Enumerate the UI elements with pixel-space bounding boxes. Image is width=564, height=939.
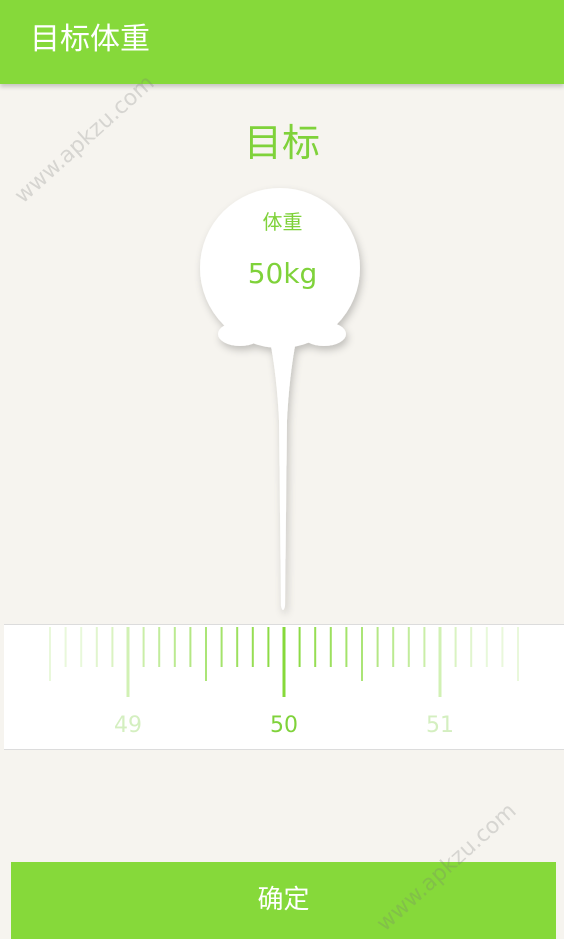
- pin-graphic: [200, 188, 360, 610]
- app-title: 目标体重: [30, 22, 150, 57]
- pin-value: 50kg: [247, 257, 318, 290]
- ruler-label: 49: [114, 713, 142, 738]
- confirm-button[interactable]: 确定: [11, 862, 556, 939]
- pin-stem: [271, 341, 295, 610]
- ruler-label: 51: [426, 713, 454, 738]
- app-bar: 目标体重: [0, 0, 564, 84]
- pin-label: 体重: [262, 210, 303, 234]
- ruler-label-selected: 50: [270, 713, 298, 738]
- weight-ruler[interactable]: 49 50 51: [4, 624, 564, 750]
- weight-pin: 体重 50kg: [0, 0, 564, 620]
